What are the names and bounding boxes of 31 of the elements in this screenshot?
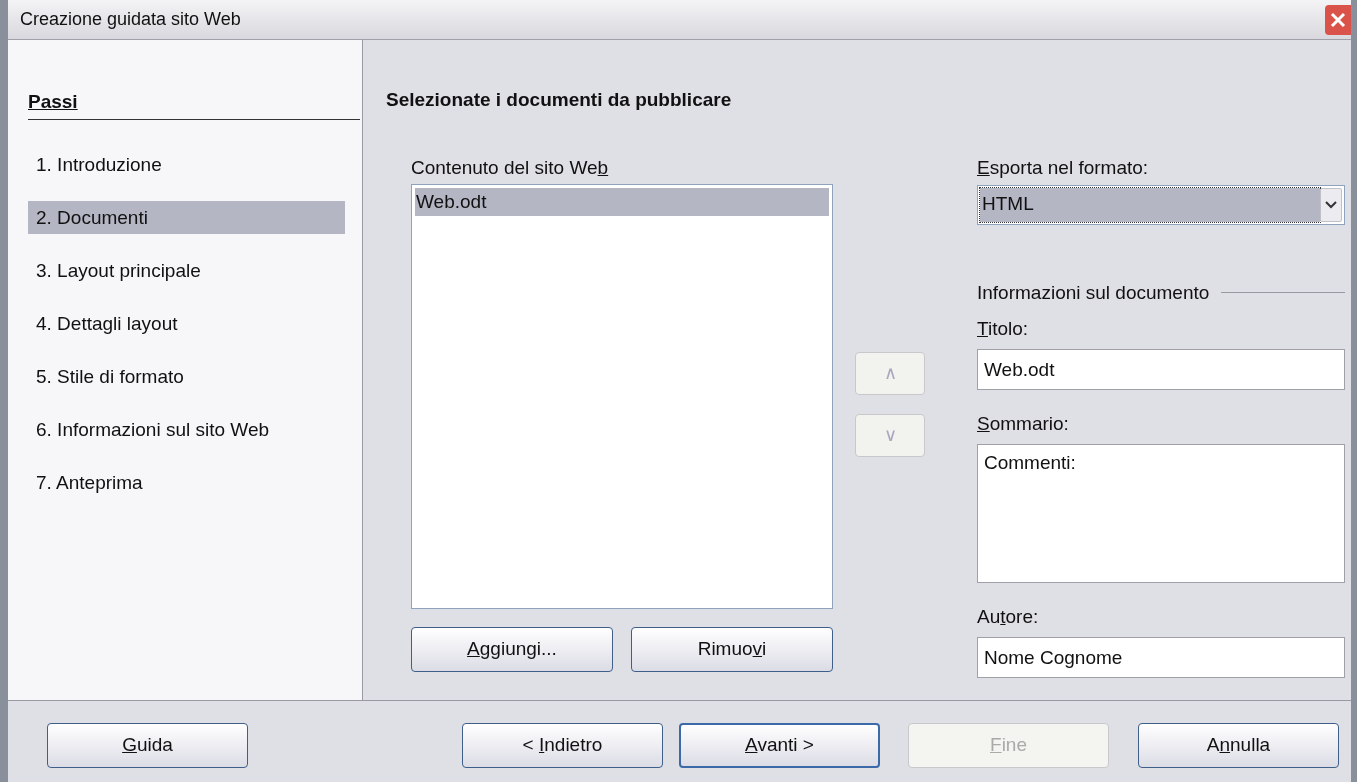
footer-button[interactable]: Guida <box>47 723 248 768</box>
step-item[interactable]: 1. Introduzione <box>28 147 345 181</box>
format-dropdown[interactable]: HTML <box>977 184 1345 225</box>
field-label: Titolo: <box>977 316 1030 341</box>
page-heading: Selezionate i documenti da pubblicare <box>386 88 733 112</box>
export-label: Esporta nel formato: <box>977 156 1150 179</box>
steps-heading: Passi <box>28 91 78 112</box>
list-button[interactable]: Aggiungi... <box>411 626 613 672</box>
step-item[interactable]: 3. Layout principale <box>28 253 345 287</box>
step-item[interactable]: 2. Documenti <box>28 200 345 234</box>
window-title: Creazione guidata sito Web <box>20 8 241 31</box>
list-item[interactable]: Web.odt <box>415 187 829 216</box>
step-item[interactable]: 6. Informazioni sul sito Web <box>28 412 345 446</box>
chevron-icon[interactable] <box>1320 187 1342 222</box>
input-field[interactable]: Nome Cognome <box>977 636 1345 678</box>
dropdown-value: HTML <box>982 192 1034 217</box>
footer-button[interactable]: Avanti > <box>679 723 880 768</box>
input-field[interactable]: Web.odt <box>977 348 1345 390</box>
list-label: Contenuto del sito Web <box>411 156 610 179</box>
field-label: Sommario: <box>977 411 1070 436</box>
section-heading: Informazioni sul documento <box>977 280 1210 305</box>
footer-button[interactable]: Annulla <box>1138 723 1339 768</box>
list-button[interactable]: Rimuovi <box>631 626 833 672</box>
step-item[interactable]: 4. Dettagli layout <box>28 306 345 340</box>
close-icon[interactable] <box>1325 4 1351 35</box>
step-item[interactable]: 5. Stile di formato <box>28 359 345 393</box>
step-item[interactable]: 7. Anteprima <box>28 465 345 499</box>
footer-button[interactable]: < Indietro <box>462 723 663 768</box>
field-label: Autore: <box>977 604 1040 629</box>
list-box[interactable]: Web.odt <box>411 183 833 609</box>
text-area[interactable]: Commenti: <box>977 443 1345 583</box>
